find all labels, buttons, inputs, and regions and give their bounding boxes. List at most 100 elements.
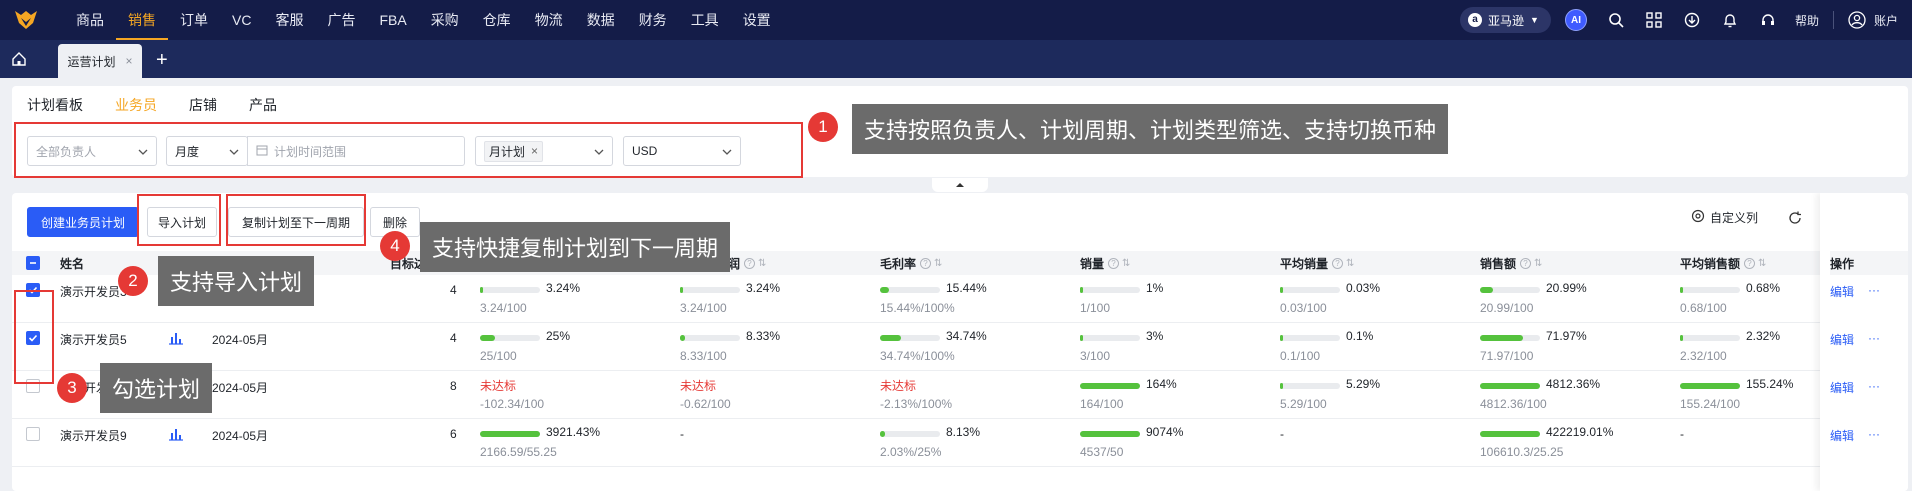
- custom-columns-button[interactable]: 自定义列: [1691, 209, 1758, 226]
- column-header-gross-margin[interactable]: 毛利率? ⇅: [880, 251, 943, 275]
- period-value: 月度: [175, 144, 200, 159]
- progress-bar: [1680, 335, 1740, 341]
- metric-percent: 0.1%: [1346, 329, 1374, 343]
- create-plan-button[interactable]: 创建业务员计划: [27, 207, 139, 237]
- brand-logo-icon[interactable]: [6, 0, 46, 40]
- nav-item[interactable]: 设置: [731, 0, 783, 40]
- metric-percent: 8.13%: [946, 425, 981, 439]
- plan-type-select[interactable]: 月计划 ×: [475, 136, 613, 166]
- nav-item[interactable]: 工具: [679, 0, 731, 40]
- headset-icon[interactable]: [1757, 9, 1779, 31]
- progress-bar: [1480, 287, 1540, 293]
- sort-icon[interactable]: ⇅: [1346, 258, 1354, 269]
- bell-icon[interactable]: [1719, 9, 1741, 31]
- edit-link[interactable]: 编辑: [1830, 379, 1854, 396]
- owner-select[interactable]: 全部负责人: [27, 136, 157, 166]
- tab-operation-plan[interactable]: 运营计划 ×: [58, 44, 142, 78]
- sort-icon[interactable]: ⇅: [1534, 258, 1542, 269]
- range-placeholder: 计划时间范围: [274, 144, 347, 159]
- more-icon[interactable]: ···: [1868, 283, 1880, 300]
- view-tab[interactable]: 业务员: [115, 92, 157, 118]
- column-header-avg-sales-amt[interactable]: 平均销售额? ⇅: [1680, 251, 1767, 275]
- view-tab[interactable]: 计划看板: [27, 92, 83, 118]
- progress-bar: [1280, 287, 1340, 293]
- view-tab[interactable]: 店铺: [189, 92, 217, 118]
- import-plan-button[interactable]: 导入计划: [147, 207, 217, 237]
- question-icon[interactable]: ?: [744, 257, 756, 269]
- column-header-label: 平均销量: [1280, 256, 1329, 271]
- top-nav: 商品 销售 订单 VC 客服 广告 FBA 采购 仓库 物流 数据 财务 工具 设置 a 亚马逊 ▼ AI…: [0, 0, 1912, 40]
- metric-status: 未达标: [680, 379, 717, 393]
- close-icon[interactable]: ×: [126, 54, 133, 68]
- nav-item[interactable]: 订单: [168, 0, 220, 40]
- home-icon[interactable]: [0, 40, 38, 78]
- tag-close-icon[interactable]: ×: [531, 144, 538, 158]
- sort-icon[interactable]: ⇅: [1758, 258, 1766, 269]
- chevron-down-icon: [229, 146, 239, 160]
- column-header-sales-amt[interactable]: 销售额? ⇅: [1480, 251, 1543, 275]
- nav-item[interactable]: 数据: [575, 0, 627, 40]
- progress-bar: [880, 287, 940, 293]
- sort-icon[interactable]: ⇅: [1122, 258, 1130, 269]
- metric-percent: 0.03%: [1346, 281, 1381, 295]
- metric-percent: 2.32%: [1746, 329, 1781, 343]
- metric-percent: 71.97%: [1546, 329, 1587, 343]
- help-link[interactable]: 帮助: [1795, 12, 1819, 29]
- column-header-avg-sales-qty[interactable]: 平均销量? ⇅: [1280, 251, 1355, 275]
- question-icon[interactable]: ?: [920, 257, 932, 269]
- view-tab[interactable]: 产品: [249, 92, 277, 118]
- add-tab-button[interactable]: +: [156, 44, 168, 78]
- question-icon[interactable]: ?: [1108, 257, 1120, 269]
- edit-link[interactable]: 编辑: [1830, 283, 1854, 300]
- question-icon[interactable]: ?: [1520, 257, 1532, 269]
- nav-item[interactable]: 销售: [116, 0, 168, 40]
- question-icon[interactable]: ?: [1332, 257, 1344, 269]
- question-icon[interactable]: ?: [1744, 257, 1756, 269]
- nav-item[interactable]: 商品: [64, 0, 116, 40]
- more-icon[interactable]: ···: [1868, 331, 1880, 348]
- ai-assistant-icon[interactable]: AI: [1564, 9, 1587, 31]
- nav-item[interactable]: 物流: [523, 0, 575, 40]
- progress-bar: [1080, 335, 1140, 341]
- search-icon[interactable]: [1605, 9, 1627, 31]
- progress-fill: [680, 335, 685, 341]
- account-menu[interactable]: 账户: [1874, 12, 1898, 29]
- marketplace-switch[interactable]: a 亚马逊 ▼: [1460, 7, 1551, 33]
- sort-icon[interactable]: ⇅: [758, 258, 766, 269]
- bar-chart-icon[interactable]: [168, 427, 184, 444]
- more-icon[interactable]: ···: [1868, 427, 1880, 444]
- currency-value: USD: [632, 144, 658, 158]
- collapse-handle-icon[interactable]: [932, 178, 988, 192]
- nav-item[interactable]: 仓库: [471, 0, 523, 40]
- user-avatar-icon[interactable]: [1846, 9, 1868, 31]
- edit-link[interactable]: 编辑: [1830, 331, 1854, 348]
- row-checkbox[interactable]: [26, 331, 40, 345]
- period-select[interactable]: 月度: [166, 136, 248, 166]
- nav-item[interactable]: 财务: [627, 0, 679, 40]
- amazon-icon: a: [1468, 13, 1483, 27]
- column-header-name: 姓名: [60, 251, 85, 275]
- nav-item[interactable]: 广告: [315, 0, 367, 40]
- row-checkbox[interactable]: [26, 427, 40, 441]
- nav-item[interactable]: 客服: [263, 0, 315, 40]
- nav-item[interactable]: VC: [220, 0, 263, 40]
- currency-select[interactable]: USD: [623, 136, 741, 166]
- bar-chart-icon[interactable]: [168, 331, 184, 348]
- apps-grid-icon[interactable]: [1643, 9, 1665, 31]
- edit-link[interactable]: 编辑: [1830, 427, 1854, 444]
- row-checkbox[interactable]: [26, 283, 40, 297]
- row-checkbox[interactable]: [26, 379, 40, 393]
- refresh-icon[interactable]: [1788, 211, 1802, 225]
- copy-plan-button[interactable]: 复制计划至下一周期: [228, 207, 364, 237]
- sort-icon[interactable]: ⇅: [934, 258, 942, 269]
- column-header-sales-qty[interactable]: 销量? ⇅: [1080, 251, 1131, 275]
- more-icon[interactable]: ···: [1868, 379, 1880, 396]
- table-row: 演示开发员9 2024-05月 6 3921.43% 2166.59/55.25 - 8.1…: [12, 419, 1908, 467]
- download-circle-icon[interactable]: [1681, 9, 1703, 31]
- select-all-checkbox[interactable]: [26, 256, 40, 270]
- nav-item[interactable]: 采购: [419, 0, 471, 40]
- plan-date-range[interactable]: 计划时间范围: [247, 136, 465, 166]
- metric-detail: 0.1/100: [1280, 349, 1321, 363]
- callout-badge-3: 3: [57, 373, 87, 403]
- nav-item[interactable]: FBA: [367, 0, 418, 40]
